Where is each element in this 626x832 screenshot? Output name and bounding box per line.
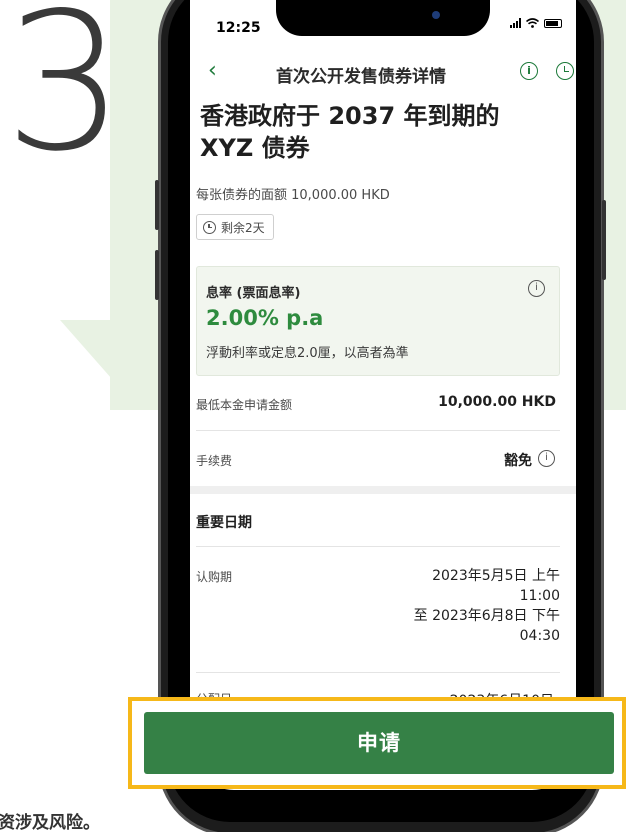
rate-label: 息率 (票面息率) (206, 286, 301, 301)
volume-button (155, 180, 159, 230)
info-icon[interactable]: i (528, 280, 545, 297)
wifi-icon (526, 18, 539, 28)
section-divider (190, 486, 576, 494)
divider (196, 430, 560, 431)
min-amount-label: 最低本金申请金额 (196, 398, 293, 412)
step-number: 3 (4, 0, 125, 193)
divider (196, 546, 560, 547)
days-left-chip: 剩余2天 (196, 214, 274, 240)
subscription-period-value: 2023年5月5日 上午 11:00 至 2023年6月8日 下午 04:30 (360, 566, 560, 646)
power-button (602, 200, 606, 280)
important-dates-heading: 重要日期 (196, 515, 252, 531)
subscription-end-time: 04:30 (519, 628, 560, 644)
page-title: 首次公开发售债券详情 (276, 67, 446, 87)
min-amount-value: 10,000.00 HKD (438, 394, 556, 410)
subscription-end-date: 至 2023年6月8日 下午 (413, 608, 560, 624)
info-icon[interactable]: i (520, 62, 538, 80)
battery-icon (544, 18, 562, 28)
signal-icon (510, 18, 521, 28)
divider (196, 672, 560, 673)
bond-title: 香港政府于 2037 年到期的 XYZ 债券 (200, 102, 500, 162)
caption-text: 资涉及风险。 (0, 813, 100, 832)
subscription-start-date: 2023年5月5日 上午 (432, 568, 560, 584)
volume-button (155, 250, 159, 300)
bond-denomination: 每张债券的面额 10,000.00 HKD (196, 188, 390, 203)
clock-icon[interactable] (556, 62, 574, 80)
status-icons (510, 18, 562, 28)
phone-notch (276, 0, 490, 36)
clock-icon (203, 220, 216, 234)
status-time: 12:25 (216, 20, 261, 36)
subscription-start-time: 11:00 (519, 588, 560, 604)
fee-value: 豁免 (504, 453, 532, 469)
apply-button[interactable]: 申请 (144, 712, 614, 774)
fee-label: 手续费 (196, 454, 233, 468)
subscription-period-label: 认购期 (196, 570, 233, 584)
rate-note: 浮動利率或定息2.0厘，以高者為準 (206, 346, 409, 361)
info-icon[interactable]: i (538, 450, 555, 467)
back-chevron-icon[interactable]: ‹ (208, 58, 217, 83)
rate-value: 2.00% p.a (206, 306, 324, 330)
camera-dot (432, 11, 440, 19)
days-left-text: 剩余2天 (221, 220, 265, 235)
